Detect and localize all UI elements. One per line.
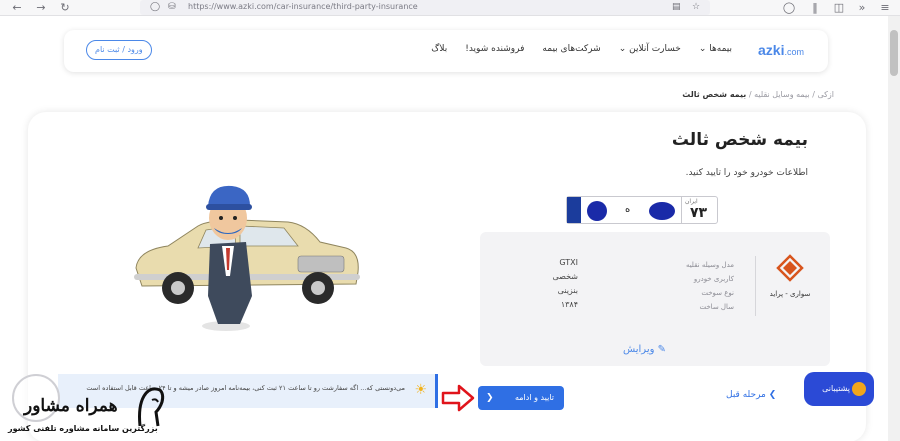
page-title: بیمه شخص ثالث [671,130,808,150]
confirm-label: تایید و ادامه [514,393,554,402]
spec-value: شخصی [552,272,578,281]
azki-logo[interactable]: azki.com [758,42,804,58]
library-icon[interactable]: ‖ [808,1,822,15]
spec-label: کاربری خودرو [693,275,734,283]
breadcrumb-home[interactable]: ازکی [817,90,834,99]
login-button[interactable]: ورود / ثبت نام [86,40,152,60]
site-header: azki.com بیمه‌ها ⌄ خسارت آنلاین ⌄ شرکت‌ه… [64,30,828,72]
brand-name: سواری - پراید [769,290,811,298]
headset-icon [852,382,866,396]
breadcrumb-separator: / [746,90,755,99]
spec-label: سال ساخت [699,303,734,311]
plate-letter: ه [625,204,631,215]
logo-suffix: .com [784,47,804,57]
back-icon[interactable]: ← [10,1,24,15]
chevron-left-icon: ❮ [486,393,494,403]
url-text: https://www.azki.com/car-insurance/third… [188,2,418,11]
character-illustration [202,185,252,331]
annotation-arrow-icon [441,384,475,412]
chevron-right-icon: ❯ [765,390,777,400]
sidebar-icon[interactable]: ◫ [832,1,846,15]
menu-item-blog[interactable]: بلاگ [431,44,447,54]
lightbulb-icon: ☀ [414,382,427,398]
page-subtitle: اطلاعات خودرو خود را تایید کنید. [685,168,808,178]
breadcrumb: ازکی / بیمه وسایل نقلیه / بیمه شخص ثالث [682,90,834,99]
scroll-thumb[interactable] [890,30,898,76]
previous-step-button[interactable]: ❯ مرحله قبل [726,390,776,400]
spec-label: نوع سوخت [701,289,734,297]
plate-divider [681,197,682,223]
bookmark-star-icon[interactable]: ☆ [692,1,700,14]
edit-icon: ✎ [654,344,666,355]
previous-step-label: مرحله قبل [726,390,766,400]
plate-code: ۷۳ [690,205,708,221]
car-character-illustration [134,185,360,331]
breadcrumb-category[interactable]: بیمه وسایل نقلیه [754,90,810,99]
shield-icon: ◯ [150,2,161,12]
confirm-continue-button[interactable]: تایید و ادامه ❮ [478,386,564,410]
menu-item-become-seller[interactable]: فروشنده شوید! [465,44,524,54]
edit-link[interactable]: ✎ ویرایش [623,344,666,355]
edit-label: ویرایش [622,344,655,355]
spec-values: GTXI شخصی بنزینی ۱۳۸۴ [553,256,578,312]
plate-code-label: ایران [685,198,698,205]
spec-label: مدل وسیله نقلیه [685,261,734,269]
vehicle-info-box: سواری - پراید مدل وسیله نقلیه کاربری خود… [480,232,830,366]
plate-redaction-mark [649,202,675,220]
pocket-icon[interactable]: ◯ [782,1,796,15]
brand-divider [755,256,756,316]
logo-main: azki [758,42,785,58]
menu-item-online-claim[interactable]: خسارت آنلاین ⌄ [619,44,681,54]
address-bar[interactable]: ◯ ⛁ https://www.azki.com/car-insurance/t… [140,0,710,15]
plate-flag-strip [567,197,581,223]
reader-view-icon[interactable]: ▤ [672,1,681,14]
reload-icon[interactable]: ↻ [58,1,72,15]
spec-value: GTXI [559,258,578,267]
plate-redaction-mark [587,201,607,221]
page-scrollbar[interactable] [888,16,900,441]
brand-column: سواری - پراید [768,254,812,298]
spec-value: ۱۳۸۴ [560,300,578,309]
main-menu: بیمه‌ها ⌄ خسارت آنلاین ⌄ شرکت‌های بیمه ف… [431,44,732,54]
spec-labels: مدل وسیله نقلیه کاربری خودرو نوع سوخت سا… [686,258,734,314]
watermark-title: همراه مشاور [24,396,118,416]
overflow-icon[interactable]: » [855,1,869,15]
support-label: پشتیبانی [822,384,850,393]
breadcrumb-current: بیمه شخص ثالث [682,90,747,99]
saipa-logo-icon [776,254,804,282]
license-plate: ه ایران ۷۳ [566,196,718,224]
menu-item-insurance-companies[interactable]: شرکت‌های بیمه [542,44,600,54]
lock-icon: ⛁ [168,2,176,12]
watermark-subtitle: بزرگترین سامانه مشاوره تلفنی کشور [8,424,158,433]
spec-value: بنزینی [557,286,578,295]
menu-item-insurances[interactable]: بیمه‌ها ⌄ [699,44,732,54]
menu-icon[interactable]: ≡ [878,1,892,15]
browser-toolbar: ← → ↻ ◯ ⛁ https://www.azki.com/car-insur… [0,0,900,16]
tip-text: می‌دونستی که... اگه سفارشت رو تا ساعت ۲۱… [86,384,405,392]
forward-icon[interactable]: → [34,1,48,15]
support-button[interactable]: پشتیبانی [804,372,874,406]
